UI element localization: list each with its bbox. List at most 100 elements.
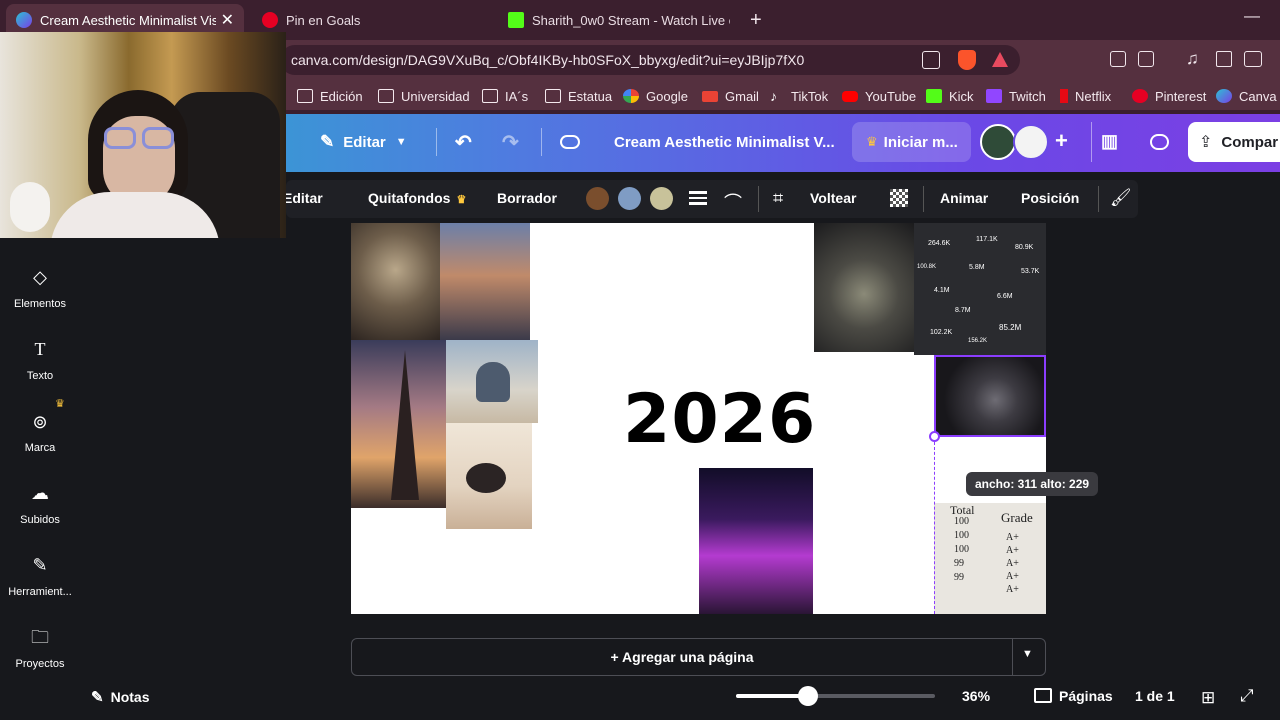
tools-icon[interactable]: ✎	[30, 555, 50, 575]
bookmark-estatua[interactable]: Estatua	[545, 86, 612, 106]
pages-icon[interactable]	[1034, 688, 1052, 703]
bookmark-ias[interactable]: IA´s	[482, 86, 528, 106]
crop-icon[interactable]: ⌗	[773, 188, 783, 209]
fullscreen-icon[interactable]: ⤢	[1240, 686, 1254, 706]
shapes-icon[interactable]: ◇	[30, 267, 50, 287]
avatar[interactable]	[980, 124, 1016, 160]
eraser-button[interactable]: Borrador	[497, 190, 557, 206]
crown-icon: ♛	[55, 398, 65, 410]
yoga-photo[interactable]	[446, 423, 532, 529]
new-tab-icon[interactable]: +	[750, 9, 762, 32]
bookmark-kick[interactable]: Kick	[926, 86, 974, 106]
resize-handle[interactable]	[929, 431, 940, 442]
tab-pinterest[interactable]: Pin en Goals	[252, 4, 488, 36]
eiffel-tower-photo[interactable]	[351, 340, 446, 508]
design-page[interactable]: 2026 264.6K 117.1K 80.9K 100.8K 5.8M 53.…	[351, 223, 1046, 614]
grid-view-icon[interactable]: ⊞	[1201, 688, 1215, 708]
sidebar-item-marca[interactable]: Marca	[0, 442, 80, 454]
color-swatch-brown[interactable]	[586, 187, 609, 210]
upload-share-icon: ⇪	[1199, 134, 1213, 151]
position-button[interactable]: Posición	[1021, 190, 1079, 206]
edit-menu-button[interactable]: ✎ Editar ▼	[320, 132, 407, 152]
left-sidebar	[0, 238, 80, 720]
pinterest-icon	[1132, 89, 1148, 103]
sidebar-icon[interactable]	[1216, 51, 1232, 67]
webcam-overlay	[0, 32, 286, 238]
money-photo[interactable]	[351, 223, 440, 340]
upload-icon[interactable]: ☁	[30, 483, 50, 503]
brave-rewards-icon[interactable]	[992, 52, 1008, 67]
grades-photo[interactable]: Total Grade 100 100 100 99 99 A+ A+ A+ A…	[934, 503, 1046, 614]
beach-photo[interactable]	[446, 340, 538, 423]
camera-photo-selected[interactable]	[934, 355, 1046, 437]
avatar[interactable]	[1013, 124, 1049, 160]
bookmark-universidad[interactable]: Universidad	[378, 86, 470, 106]
reader-icon[interactable]	[1138, 51, 1154, 67]
url-bar[interactable]: canva.com/design/DAG9VXuBq_c/Obf4IKBy-hb…	[280, 45, 1020, 75]
paint-format-icon[interactable]: 🖌	[1110, 188, 1132, 208]
sidebar-item-elementos[interactable]: Elementos	[0, 298, 80, 310]
stat-value: 156.2K	[968, 338, 988, 344]
corner-rounding-icon[interactable]: ⌒	[724, 189, 742, 215]
divider	[436, 128, 437, 156]
minimize-icon[interactable]: —	[1244, 8, 1260, 26]
money-bag-photo[interactable]	[814, 223, 914, 352]
zoom-slider-fill	[736, 694, 808, 698]
animate-button[interactable]: Animar	[940, 190, 988, 206]
bookmark-edicion[interactable]: Edición	[297, 86, 363, 106]
year-heading[interactable]: 2026	[623, 380, 816, 459]
bookmark-pinterest[interactable]: Pinterest	[1132, 86, 1206, 106]
extensions-icon[interactable]	[1110, 51, 1126, 67]
cloud-save-icon[interactable]	[560, 135, 580, 149]
comments-icon[interactable]	[1150, 134, 1169, 150]
sidebar-item-subidos[interactable]: Subidos	[0, 514, 80, 526]
color-swatch-blue[interactable]	[618, 187, 641, 210]
zoom-level[interactable]: 36%	[962, 688, 990, 704]
bookmark-google[interactable]: Google	[623, 86, 688, 106]
share-button[interactable]: ⇪ Compar	[1188, 122, 1280, 162]
close-tab-icon[interactable]: ✕	[221, 10, 234, 30]
zoom-slider-thumb[interactable]	[797, 686, 818, 706]
travel-photo[interactable]	[440, 223, 530, 340]
add-collaborator-icon[interactable]: +	[1055, 128, 1068, 154]
brave-shield-icon[interactable]	[958, 50, 976, 70]
bookmark-gmail[interactable]: Gmail	[702, 86, 759, 106]
bg-remover-button[interactable]: Quitafondos ♛	[368, 190, 466, 206]
folder-icon[interactable]: 🗀	[30, 627, 50, 647]
chevron-down-icon[interactable]: ▼	[1022, 648, 1033, 660]
bookmark-canva[interactable]: Canva	[1216, 86, 1277, 106]
undo-icon[interactable]: ↶	[455, 130, 472, 155]
pages-button[interactable]: Páginas	[1059, 688, 1113, 704]
notes-button[interactable]: ✎ Notas	[91, 688, 149, 706]
tab-kick[interactable]: Sharith_0w0 Stream - Watch Live on	[498, 4, 734, 36]
score-value: 100	[954, 530, 969, 541]
stat-value: 102.2K	[930, 329, 953, 336]
wallet-icon[interactable]	[1244, 51, 1262, 67]
media-icon[interactable]: ♫	[1186, 49, 1199, 69]
bookmark-twitch[interactable]: Twitch	[986, 86, 1046, 106]
color-swatch-beige[interactable]	[650, 187, 673, 210]
concert-photo[interactable]	[699, 468, 813, 614]
redo-icon[interactable]: ↷	[502, 130, 519, 155]
sidebar-item-herramientas[interactable]: Herramient...	[0, 586, 80, 598]
document-title[interactable]: Cream Aesthetic Minimalist V...	[614, 134, 835, 151]
share-page-icon[interactable]	[922, 51, 940, 69]
edit-image-button[interactable]: Editar	[283, 190, 323, 206]
start-trial-button[interactable]: ♛ Iniciar m...	[852, 122, 971, 162]
tab-title: Sharith_0w0 Stream - Watch Live on	[532, 12, 730, 28]
text-icon[interactable]: T	[30, 339, 50, 359]
stats-collage[interactable]: 264.6K 117.1K 80.9K 100.8K 5.8M 53.7K 4.…	[914, 223, 1046, 355]
brand-icon[interactable]: ⊚	[30, 412, 50, 432]
insights-icon[interactable]: ▥	[1101, 131, 1118, 152]
flip-button[interactable]: Voltear	[810, 190, 856, 206]
score-list: 100 100 100 99 99	[954, 515, 984, 585]
sidebar-item-texto[interactable]: Texto	[0, 370, 80, 382]
add-page-button[interactable]: + Agregar una página	[351, 638, 1013, 676]
transparency-icon[interactable]	[890, 189, 908, 207]
bookmark-netflix[interactable]: Netflix	[1060, 86, 1111, 106]
sidebar-item-proyectos[interactable]: Proyectos	[0, 658, 80, 670]
bookmark-youtube[interactable]: YouTube	[842, 86, 916, 106]
bookmark-tiktok[interactable]: ♪ TikTok	[770, 86, 828, 106]
notes-label: Notas	[110, 689, 150, 705]
border-style-icon[interactable]	[689, 191, 707, 205]
